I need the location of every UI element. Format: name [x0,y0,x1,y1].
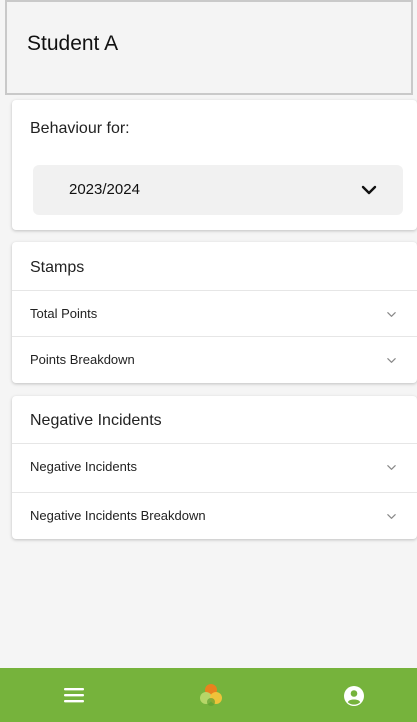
menu-icon[interactable] [64,687,84,703]
total-points-label: Total Points [30,306,98,321]
stamps-card: Stamps Total Points Points Breakdown [12,242,417,383]
chevron-down-icon [361,185,377,195]
negative-incidents-breakdown-label: Negative Incidents Breakdown [30,508,206,523]
chevron-down-icon [387,358,396,363]
negative-incidents-label: Negative Incidents [30,459,137,474]
academic-year-select[interactable]: 2023/2024 [33,165,403,215]
negative-incidents-title: Negative Incidents [30,412,162,429]
page-title: Student A [27,32,119,55]
academic-year-value: 2023/2024 [69,181,140,198]
negative-incidents-card: Negative Incidents Negative Incidents Ne… [12,396,417,539]
negative-incidents-breakdown-row[interactable]: Negative Incidents Breakdown [12,492,417,538]
behaviour-for-label: Behaviour for: [30,120,130,137]
stamps-title: Stamps [30,259,85,276]
chevron-down-icon [387,465,396,470]
chevron-down-icon [387,312,396,317]
chevron-down-icon [387,514,396,519]
app-logo-icon[interactable] [199,683,223,707]
behaviour-year-card: Behaviour for: 2023/2024 [12,100,417,230]
negative-incidents-row[interactable]: Negative Incidents [12,443,417,489]
bottom-navigation-bar [0,668,417,722]
points-breakdown-row[interactable]: Points Breakdown [12,336,417,382]
user-account-icon[interactable] [344,686,364,706]
total-points-row[interactable]: Total Points [12,290,417,336]
points-breakdown-label: Points Breakdown [30,352,135,367]
app-header: Student A [5,0,413,95]
